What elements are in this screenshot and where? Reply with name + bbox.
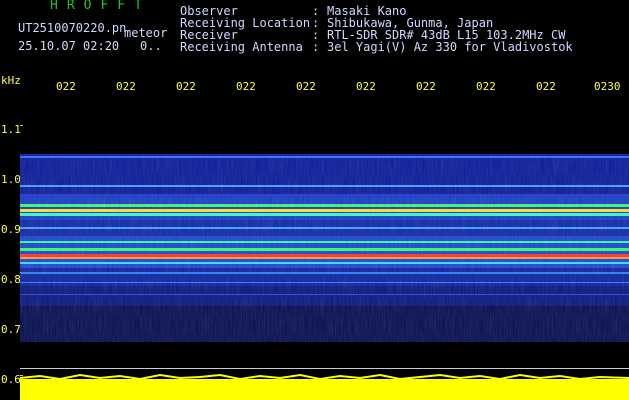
x-tick: 0230 — [594, 80, 621, 93]
datetime: 25.10.07 02:20 — [18, 39, 120, 53]
antenna-label: Receiving Antenna — [180, 40, 303, 54]
noise-texture — [20, 154, 629, 342]
x-tick: 022 — [416, 80, 436, 93]
x-tick: 022 — [236, 80, 256, 93]
hrofft-window: HROFFT UT2510070220.pn meteor 25.10.07 0… — [0, 0, 629, 400]
x-tick: 022 — [296, 80, 316, 93]
y-tick: 0.6 — [1, 373, 21, 386]
x-tick: 022 — [116, 80, 136, 93]
y-unit-label: kHz — [1, 74, 21, 87]
app-title: HROFFT — [50, 0, 151, 13]
file-name: UT2510070220.pn — [18, 21, 127, 35]
bottom-level-bar — [20, 373, 629, 400]
x-tick: 022 — [56, 80, 76, 93]
y-tick: 0.9 — [1, 223, 21, 236]
x-tick: 022 — [356, 80, 376, 93]
counter: 0.. — [140, 39, 162, 53]
x-tick: 022 — [176, 80, 196, 93]
x-tick: 022 — [476, 80, 496, 93]
y-tick: 0.7 — [1, 323, 21, 336]
y-tick: 1.1 — [1, 123, 21, 136]
y-tick: 1.0 — [1, 173, 21, 186]
meteor-label: meteor — [124, 26, 168, 40]
x-tick: 022 — [536, 80, 556, 93]
antenna-value: 3el Yagi(V) Az 330 for Vladivostok — [327, 40, 573, 54]
spectrogram — [20, 125, 629, 400]
baseline-line — [20, 368, 629, 369]
antenna-sep: : — [312, 40, 320, 54]
y-tick: 0.8 — [1, 273, 21, 286]
